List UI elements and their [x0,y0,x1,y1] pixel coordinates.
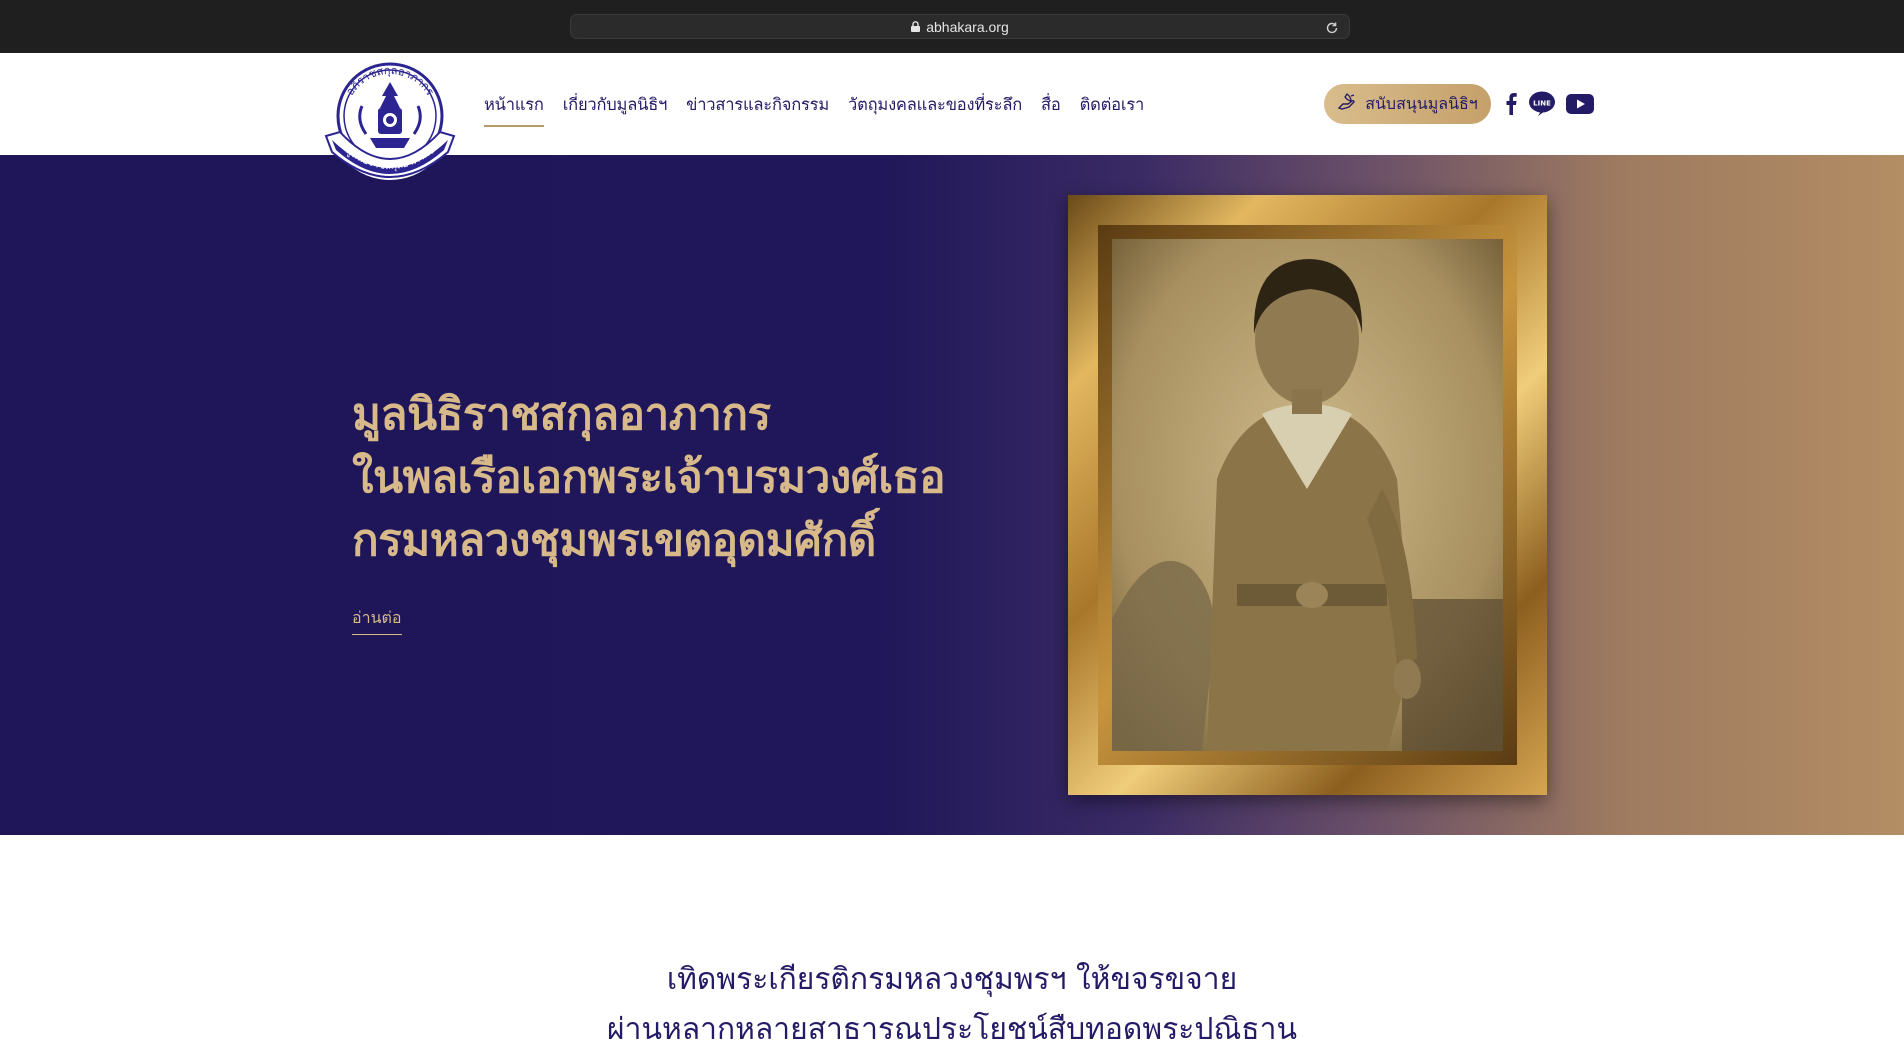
hero-banner: มูลนิธิราชสกุลอาภากร ในพลเรือเอกพระเจ้าบ… [0,155,1904,835]
foundation-logo[interactable]: อภิราชสกุลอาภากร มูลนิธิราชสกุลอาภากร [318,56,463,190]
main-nav: หน้าแรก เกี่ยวกับมูลนิธิฯ ข่าวสารและกิจก… [484,90,1145,127]
url-text: abhakara.org [926,18,1009,35]
portrait-photo [1112,239,1503,751]
donate-hand-icon [1337,92,1359,116]
hero-title-line-1: มูลนิธิราชสกุลอาภากร [352,389,771,440]
lock-icon [911,21,921,32]
read-more-link[interactable]: อ่านต่อ [352,606,402,635]
hero-title: มูลนิธิราชสกุลอาภากร ในพลเรือเอกพระเจ้าบ… [352,383,1052,572]
donate-button[interactable]: สนับสนุนมูลนิธิฯ [1324,84,1491,124]
donate-label: สนับสนุนมูลนิธิฯ [1365,93,1478,113]
nav-home[interactable]: หน้าแรก [484,92,544,127]
portrait-frame [1068,195,1547,795]
youtube-icon[interactable] [1565,90,1595,118]
hero-title-line-3: กรมหลวงชุมพรเขตอุดมศักดิ์ [352,515,876,566]
mission-line-2: ผ่านหลากหลายสาธารณประโยชน์สืบทอดพระปณิธา… [607,1012,1297,1047]
nav-media[interactable]: สื่อ [1041,92,1061,118]
browser-toolbar: abhakara.org [0,0,1904,53]
nav-contact[interactable]: ติดต่อเรา [1080,92,1145,118]
nav-news[interactable]: ข่าวสารและกิจกรรม [686,92,829,118]
reload-icon[interactable] [1325,20,1339,34]
hero-title-line-2: ในพลเรือเอกพระเจ้าบรมวงศ์เธอ [352,452,946,503]
address-bar[interactable]: abhakara.org [570,14,1350,39]
mission-line-1: เทิดพระเกียรติกรมหลวงชุมพรฯ ให้ขจรขจาย [666,962,1238,997]
line-icon[interactable]: LINE [1527,90,1557,118]
facebook-icon[interactable] [1501,90,1521,118]
nav-souvenirs[interactable]: วัตถุมงคลและของที่ระลึก [848,92,1022,118]
nav-about[interactable]: เกี่ยวกับมูลนิธิฯ [563,92,668,118]
line-icon-text: LINE [1533,100,1551,108]
mission-statement: เทิดพระเกียรติกรมหลวงชุมพรฯ ให้ขจรขจาย ผ… [0,955,1904,1055]
